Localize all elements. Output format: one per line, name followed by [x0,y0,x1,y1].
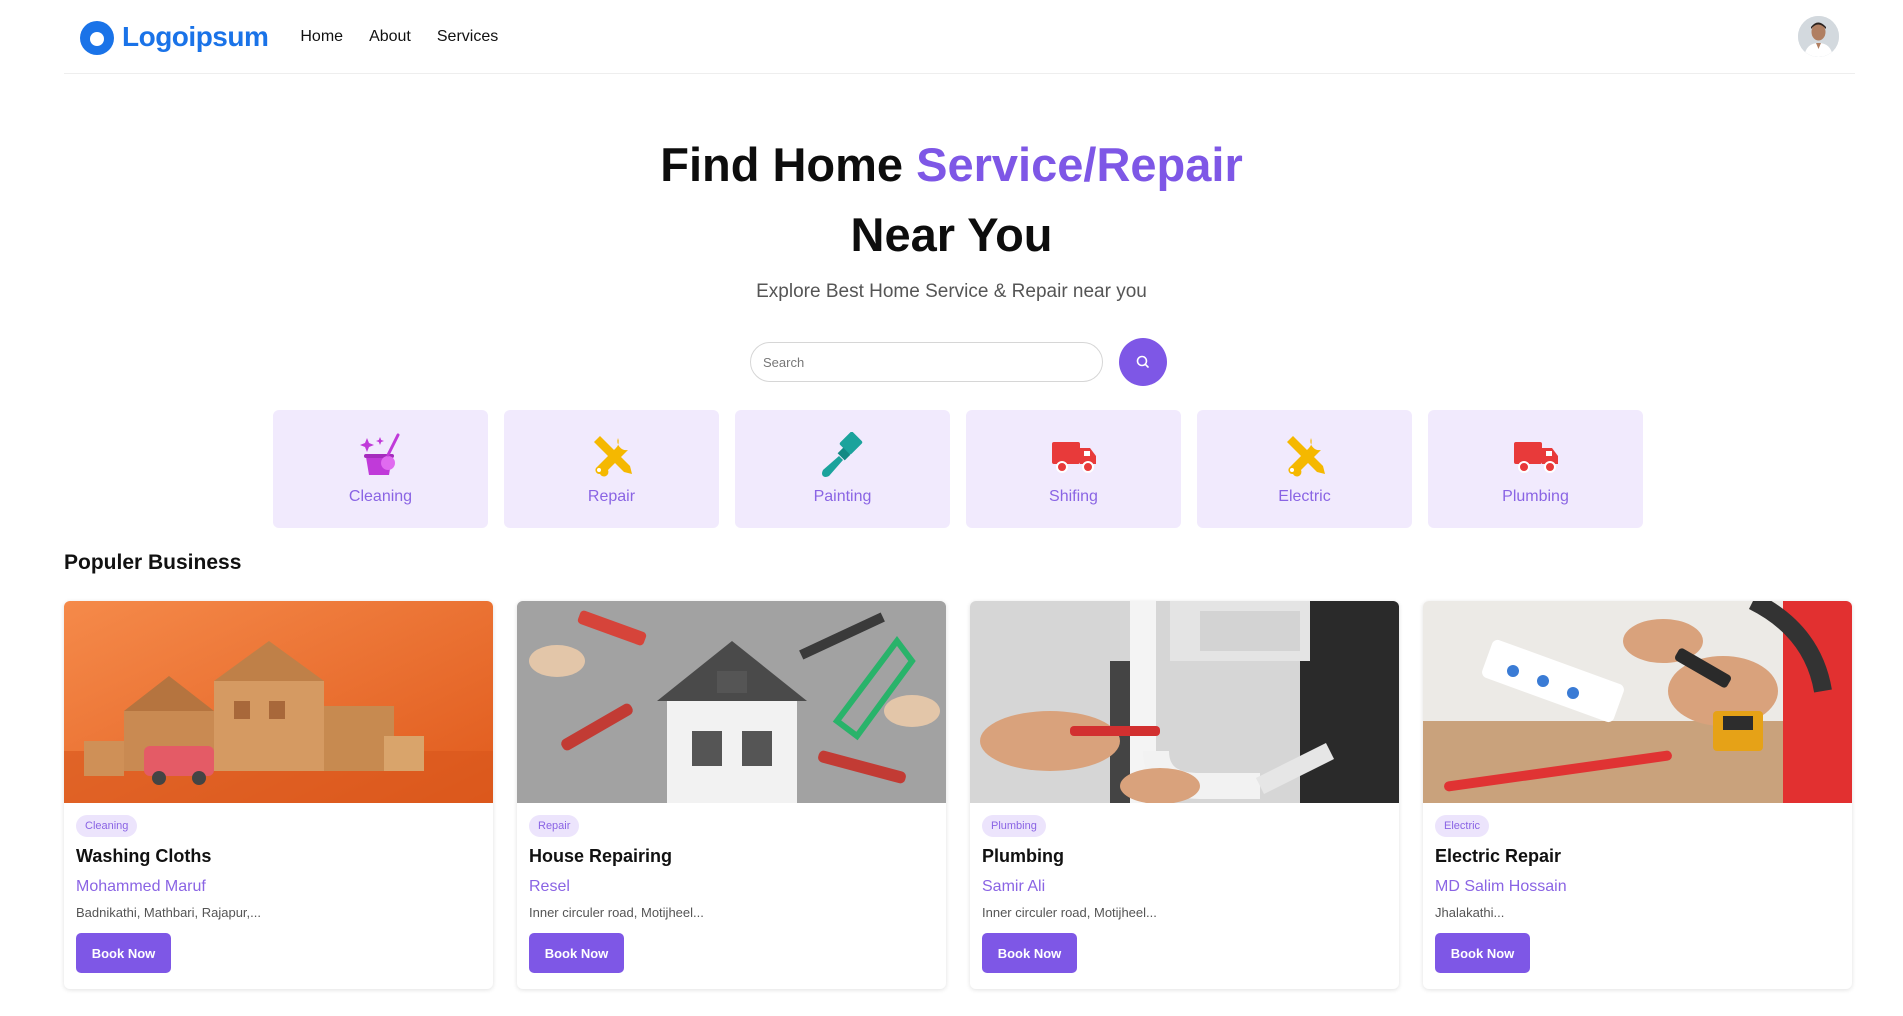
pipe-repair-image [970,601,1399,803]
business-owner: Samir Ali [982,878,1046,895]
logo-text: Logoipsum [122,20,269,52]
house-tools-image [517,601,946,803]
nav-about[interactable]: About [369,28,411,46]
business-card[interactable]: Cleaning Washing Cloths Mohammed Maruf B… [64,601,493,989]
hero-title: Find Home Service/Repair Near You [0,130,1903,270]
category-plumbing[interactable]: Plumbing [1428,410,1643,528]
truck-icon [1512,432,1560,480]
avatar-icon [1798,16,1839,57]
business-address: Inner circuler road, Motijheel... [529,905,704,920]
category-repair[interactable]: Repair [504,410,719,528]
category-badge: Repair [529,815,580,837]
category-badge: Electric [1435,815,1490,837]
search-bar [750,338,1167,386]
cleaning-icon [357,432,405,480]
book-now-button[interactable]: Book Now [1435,933,1530,973]
logo-icon [80,20,114,55]
section-title: Populer Business [64,551,242,574]
category-list: Cleaning Repair Painting Shifing Electri… [273,410,1643,528]
business-name: House Repairing [529,846,673,866]
search-button[interactable] [1119,338,1167,386]
book-now-button[interactable]: Book Now [982,933,1077,973]
business-name: Electric Repair [1435,846,1562,866]
business-name: Plumbing [982,846,1064,866]
book-now-button[interactable]: Book Now [76,933,171,973]
search-icon [1136,355,1149,368]
category-label: Shifing [1049,488,1098,505]
business-address: Jhalakathi... [1435,905,1505,920]
tools-icon [588,432,636,480]
book-now-button[interactable]: Book Now [529,933,624,973]
business-owner: MD Salim Hossain [1435,878,1567,895]
hero-title-accent: Service/Repair [916,138,1243,191]
business-card[interactable]: Electric Electric Repair MD Salim Hossai… [1423,601,1852,989]
category-shifing[interactable]: Shifing [966,410,1181,528]
category-label: Plumbing [1502,488,1569,505]
nav-home[interactable]: Home [300,28,343,46]
category-cleaning[interactable]: Cleaning [273,410,488,528]
category-label: Repair [587,488,636,505]
business-owner: Resel [529,878,570,895]
business-list: Cleaning Washing Cloths Mohammed Maruf B… [64,601,1852,989]
tools-icon [1281,432,1329,480]
search-input[interactable] [750,342,1103,382]
business-card[interactable]: Repair House Repairing Resel Inner circu… [517,601,946,989]
site-header: Logoipsum Home About Services [64,0,1855,74]
paintbrush-icon [819,432,867,480]
moving-boxes-image [64,601,493,803]
truck-icon [1050,432,1098,480]
hero-subtitle: Explore Best Home Service & Repair near … [756,281,1147,302]
main-nav: Home About Services [300,28,498,46]
hero-title-part1: Find Home [660,138,917,191]
user-avatar[interactable] [1798,16,1839,57]
electrician-image [1423,601,1852,803]
category-badge: Cleaning [76,815,138,837]
hero-title-line2: Near You [850,208,1053,261]
category-label: Electric [1278,488,1331,505]
business-address: Badnikathi, Mathbari, Rajapur,... [76,905,261,920]
business-card[interactable]: Plumbing Plumbing Samir Ali Inner circul… [970,601,1399,989]
category-painting[interactable]: Painting [735,410,950,528]
nav-services[interactable]: Services [437,28,498,46]
business-name: Washing Cloths [76,846,212,866]
category-badge: Plumbing [982,815,1046,837]
category-electric[interactable]: Electric [1197,410,1412,528]
category-label: Painting [813,488,872,505]
business-owner: Mohammed Maruf [76,878,206,895]
category-label: Cleaning [348,488,413,505]
logo[interactable]: Logoipsum [78,18,269,56]
business-address: Inner circuler road, Motijheel... [982,905,1157,920]
